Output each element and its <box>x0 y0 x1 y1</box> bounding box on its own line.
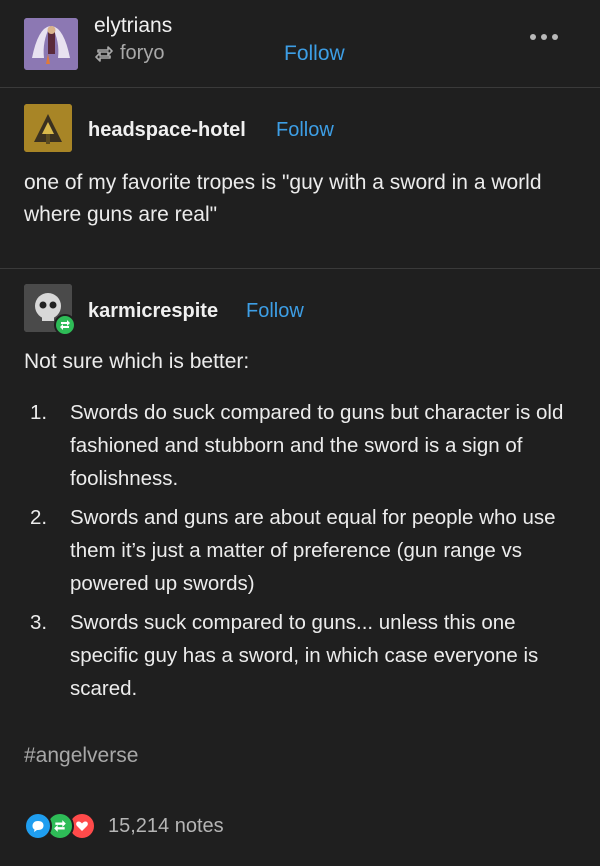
angel-avatar-icon <box>24 18 78 70</box>
avatar[interactable] <box>24 104 72 152</box>
reblog-entry-headspace-hotel: headspace-hotel Follow one of my favorit… <box>0 89 600 269</box>
post-body-text: one of my favorite tropes is "guy with a… <box>24 171 542 226</box>
entry-username[interactable]: headspace-hotel <box>88 119 246 142</box>
post-header: elytrians foryo Follow <box>0 0 600 88</box>
entry-username[interactable]: karmicrespite <box>88 300 218 323</box>
post-tag[interactable]: #angelverse <box>24 744 138 768</box>
reply-icon <box>24 812 52 840</box>
reblog-icon <box>95 45 113 62</box>
follow-button[interactable]: Follow <box>276 119 334 142</box>
follow-button[interactable]: Follow <box>246 300 304 323</box>
avatar[interactable] <box>24 284 76 336</box>
list-text: Swords do suck compared to guns but char… <box>70 401 564 490</box>
list-item: 1. Swords do suck compared to guns but c… <box>24 396 584 495</box>
notes-count: 15,214 notes <box>108 814 224 837</box>
list-item: 3. Swords suck compared to guns... unles… <box>24 606 584 705</box>
follow-button[interactable]: Follow <box>284 42 345 66</box>
avatar[interactable] <box>24 18 78 70</box>
post-body-intro: Not sure which is better: <box>24 350 250 373</box>
blog-username[interactable]: elytrians <box>94 14 172 38</box>
list-number: 3. <box>30 611 48 634</box>
reblog-entry-karmicrespite: karmicrespite Follow Not sure which is b… <box>0 270 600 770</box>
reblog-source[interactable]: foryo <box>94 42 164 65</box>
list-item: 2. Swords and guns are about equal for p… <box>24 501 584 600</box>
hotel-avatar-icon <box>24 104 72 152</box>
reblog-source-name: foryo <box>120 42 165 64</box>
reblog-badge-icon <box>54 314 76 336</box>
numbered-list: 1. Swords do suck compared to guns but c… <box>24 396 584 711</box>
list-number: 1. <box>30 401 48 424</box>
list-text: Swords suck compared to guns... unless t… <box>70 611 539 700</box>
more-options-icon[interactable] <box>530 34 558 40</box>
notes-bar[interactable]: 15,214 notes <box>24 812 224 840</box>
list-text: Swords and guns are about equal for peop… <box>70 506 556 595</box>
list-number: 2. <box>30 506 48 529</box>
